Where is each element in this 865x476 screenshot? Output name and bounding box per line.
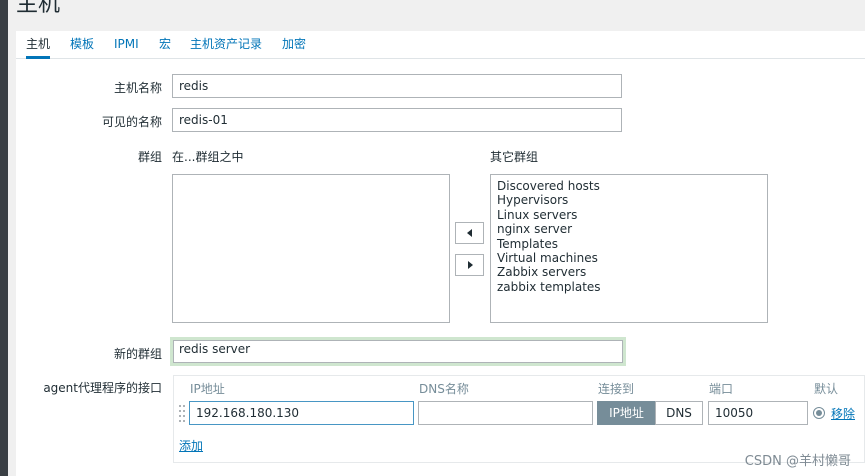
- list-item[interactable]: Linux servers: [497, 208, 761, 222]
- radio-dot: [816, 410, 822, 416]
- other-groups-list[interactable]: Discovered hosts Hypervisors Linux serve…: [490, 174, 768, 323]
- in-groups-label: 在...群组之中: [172, 150, 244, 164]
- new-group-label: 新的群组: [113, 347, 162, 361]
- host-name-input[interactable]: redis: [172, 74, 622, 98]
- move-right-button[interactable]: [455, 254, 484, 276]
- list-item[interactable]: zabbix templates: [497, 280, 761, 294]
- interface-port-input[interactable]: 10050: [708, 401, 808, 425]
- remove-interface-link[interactable]: 移除: [831, 405, 855, 422]
- column-header-ip: IP地址: [190, 382, 225, 396]
- groups-label: 群组: [137, 150, 162, 164]
- column-header-connect-to: 连接到: [598, 382, 635, 396]
- agent-interfaces-label: agent代理程序的接口: [43, 381, 162, 395]
- window-left-edge: [0, 0, 8, 476]
- tab-templates[interactable]: 模板: [70, 31, 94, 59]
- new-group-input[interactable]: redis server: [170, 337, 626, 366]
- tab-macros[interactable]: 宏: [159, 31, 171, 59]
- visible-name-input[interactable]: redis-01: [172, 108, 622, 132]
- connect-dns-button[interactable]: DNS: [655, 401, 703, 425]
- move-left-button[interactable]: [455, 222, 484, 244]
- column-header-port: 端口: [709, 382, 734, 396]
- tab-host[interactable]: 主机: [26, 31, 51, 59]
- interface-dns-input[interactable]: [418, 401, 593, 425]
- in-groups-list[interactable]: [172, 174, 450, 323]
- drag-handle-icon[interactable]: [178, 404, 186, 424]
- list-item[interactable]: Virtual machines: [497, 251, 761, 265]
- list-item[interactable]: nginx server: [497, 222, 761, 236]
- interface-ip-input[interactable]: 192.168.180.130: [189, 401, 414, 425]
- tab-inventory[interactable]: 主机资产记录: [190, 31, 262, 59]
- list-item[interactable]: Templates: [497, 237, 761, 251]
- tab-ipmi[interactable]: IPMI: [114, 31, 139, 59]
- tab-encryption[interactable]: 加密: [282, 31, 306, 59]
- list-item[interactable]: Discovered hosts: [497, 179, 761, 193]
- connect-ip-button[interactable]: IP地址: [597, 401, 656, 425]
- triangle-left-icon: [466, 229, 472, 237]
- column-header-dns: DNS名称: [419, 382, 469, 396]
- visible-name-label: 可见的名称: [101, 115, 162, 129]
- other-groups-label: 其它群组: [490, 150, 539, 164]
- add-interface-link[interactable]: 添加: [179, 437, 203, 454]
- tab-bar: 主机 模板 IPMI 宏 主机资产记录 加密: [16, 31, 865, 59]
- default-interface-radio[interactable]: [813, 407, 825, 419]
- page-title: 主机: [16, 0, 61, 17]
- list-item[interactable]: Hypervisors: [497, 193, 761, 207]
- column-header-default: 默认: [814, 382, 839, 396]
- host-form: 主机名称 redis 可见的名称 redis-01 群组 在...群组之中 其它…: [16, 59, 865, 476]
- watermark: CSDN @羊村懒哥: [744, 454, 851, 469]
- host-name-label: 主机名称: [113, 81, 162, 95]
- list-item[interactable]: Zabbix servers: [497, 265, 761, 279]
- triangle-right-icon: [467, 261, 473, 269]
